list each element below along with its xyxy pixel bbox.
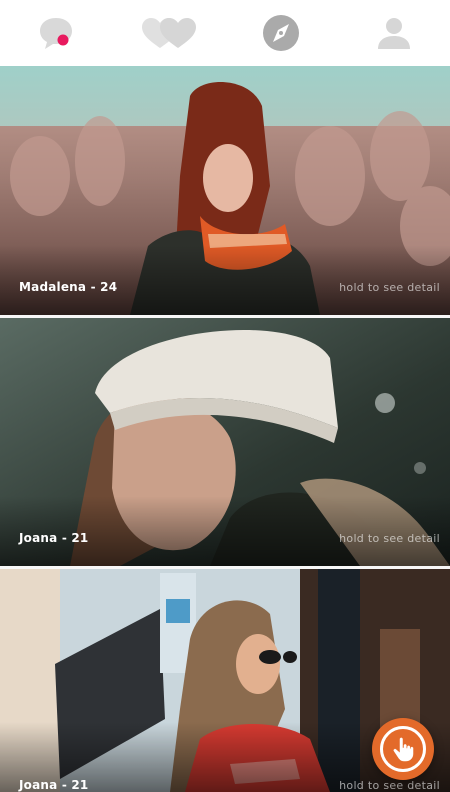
hold-gesture-button[interactable]	[372, 718, 434, 780]
nav-matches-button[interactable]	[137, 0, 201, 66]
profile-feed: Madalena - 24 hold to see detail Joana -…	[0, 66, 450, 792]
app-screen: Madalena - 24 hold to see detail Joana -…	[0, 0, 450, 792]
hearts-icon	[141, 18, 196, 48]
profile-name-age: Madalena - 24	[19, 280, 118, 294]
user-profile-icon	[377, 18, 410, 49]
fab-ring	[380, 726, 426, 772]
notification-dot	[57, 34, 69, 46]
nav-discover-button[interactable]	[249, 0, 313, 66]
nav-chat-button[interactable]	[24, 0, 88, 66]
hold-hint: hold to see detail	[339, 281, 440, 294]
profile-card[interactable]: Joana - 21 hold to see detail	[0, 318, 450, 566]
hold-hint: hold to see detail	[339, 779, 440, 792]
nav-profile-button[interactable]	[362, 0, 426, 66]
top-navigation-bar	[0, 0, 450, 67]
profile-name-age: Joana - 21	[19, 531, 89, 545]
hold-hint: hold to see detail	[339, 532, 440, 545]
chat-bubble-icon	[40, 18, 73, 49]
profile-name-age: Joana - 21	[19, 778, 89, 792]
touch-hand-icon	[393, 737, 414, 762]
profile-card[interactable]: Madalena - 24 hold to see detail	[0, 66, 450, 315]
compass-icon	[263, 15, 300, 51]
